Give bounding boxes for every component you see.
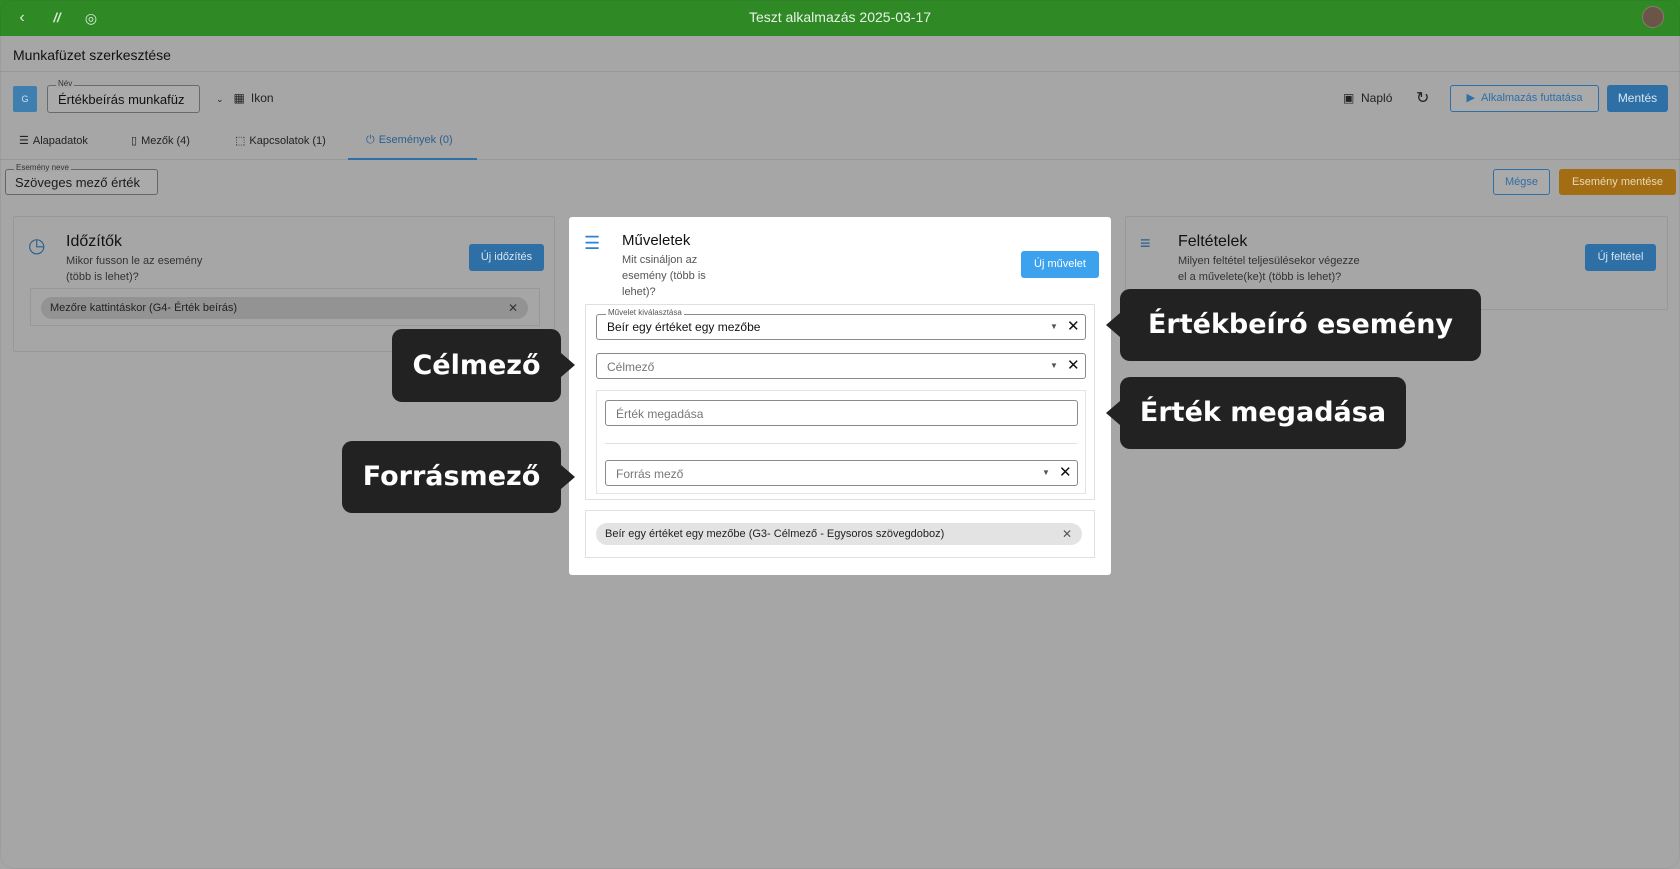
callout-pointer (561, 353, 575, 377)
tab-fields-label: Mezők (4) (141, 135, 190, 147)
connections-icon: ⬚ (235, 135, 246, 147)
list-icon: ☰ (584, 233, 601, 253)
play-icon: ▶ (1466, 92, 1475, 104)
conditions-subtitle: Milyen feltétel teljesülésekor végezze e… (1178, 255, 1360, 283)
refresh-icon[interactable]: ↻ (1416, 88, 1429, 108)
clear-icon[interactable]: ✕ (1059, 463, 1072, 481)
icon-select[interactable]: ⌄ ▦ Ikon (216, 91, 274, 105)
tab-fields[interactable]: ▯ Mezők (4) (131, 134, 190, 147)
workbook-badge[interactable]: G (13, 86, 37, 112)
page-title: Munkafüzet szerkesztése (13, 47, 171, 63)
divider (605, 443, 1077, 444)
operations-dialog: ☰ Műveletek Mit csináljon az esemény (tö… (569, 217, 1111, 575)
operation-chip-box: Beír egy értéket egy mezőbe (G3- Célmező… (585, 510, 1095, 558)
operation-select[interactable]: Művelet kiválasztása Beír egy értéket eg… (596, 308, 1086, 340)
grid-icon: ▦ (233, 91, 245, 105)
target-field-placeholder: Célmező (607, 360, 655, 374)
timer-chip: Mezőre kattintáskor (G4- Érték beírás) ✕ (41, 297, 528, 319)
database-icon: ☰ (19, 135, 29, 147)
dropdown-arrow-icon[interactable]: ▼ (1050, 322, 1058, 331)
event-save-button[interactable]: Esemény mentése (1559, 169, 1676, 195)
operation-chip: Beír egy értéket egy mezőbe (G3- Célmező… (596, 523, 1082, 545)
callout-source-field: Forrásmező (342, 441, 561, 513)
run-app-button[interactable]: ▶ Alkalmazás futtatása (1450, 85, 1599, 112)
tab-events-label: Események (0) (378, 134, 453, 146)
field-icon: ▯ (131, 135, 138, 147)
source-field-placeholder: Forrás mező (616, 467, 684, 481)
log-icon: ▣ (1343, 91, 1355, 105)
remove-icon[interactable]: ✕ (508, 297, 518, 319)
new-timer-button[interactable]: Új időzítés (469, 244, 544, 271)
timers-title: Időzítők (66, 233, 123, 250)
events-icon: ⏻ (366, 134, 375, 146)
tab-bar: ☰ Alapadatok ▯ Mezők (4) ⬚ Kapcsolatok (1) … (0, 128, 1680, 160)
timers-subtitle: Mikor fusson le az esemény (több is lehe… (66, 255, 203, 283)
callout-pointer (1106, 313, 1120, 337)
cancel-button[interactable]: Mégse (1493, 169, 1550, 195)
chevron-down-icon: ⌄ (216, 94, 224, 104)
new-condition-button[interactable]: Új feltétel (1585, 244, 1656, 271)
clear-icon[interactable]: ✕ (1067, 317, 1080, 335)
save-button[interactable]: Mentés (1607, 85, 1668, 112)
dropdown-arrow-icon[interactable]: ▼ (1042, 468, 1050, 477)
page-header (0, 36, 1680, 72)
callout-target-field: Célmező (392, 329, 561, 402)
log-button[interactable]: ▣ Napló (1343, 91, 1392, 105)
event-name-value: Szöveges mező érték (15, 175, 141, 190)
name-field[interactable]: Név Értékbeírás munkafüz (47, 79, 200, 113)
source-field-select[interactable]: Forrás mező ▼ ✕ (605, 460, 1078, 486)
callout-pointer (1106, 401, 1120, 425)
name-field-value: Értékbeírás munkafüz (58, 92, 185, 107)
value-input[interactable]: Érték megadása (605, 400, 1078, 426)
callout-write-event: Értékbeíró esemény (1120, 289, 1481, 361)
remove-icon[interactable]: ✕ (1062, 523, 1072, 545)
name-field-label: Név (56, 79, 75, 88)
operation-chip-label: Beír egy értéket egy mezőbe (G3- Célmező… (605, 528, 945, 540)
filter-check-icon: ≡ (1140, 233, 1151, 253)
title-bar: ‹ // ◎ Teszt alkalmazás 2025-03-17 (0, 0, 1680, 36)
icon-select-label: Ikon (250, 91, 274, 105)
clock-icon: ◷ (28, 235, 46, 257)
tab-events[interactable]: ⏻ Események (0) (366, 134, 453, 147)
target-field-select[interactable]: Célmező ▼ ✕ (596, 353, 1086, 379)
avatar[interactable] (1642, 6, 1664, 28)
new-operation-button[interactable]: Új művelet (1021, 251, 1099, 278)
tab-connections-label: Kapcsolatok (1) (249, 135, 326, 147)
clear-icon[interactable]: ✕ (1067, 356, 1080, 374)
value-source-group: Érték megadása Forrás mező ▼ ✕ (596, 390, 1086, 494)
value-input-placeholder: Érték megadása (616, 407, 704, 421)
dropdown-arrow-icon[interactable]: ▼ (1050, 361, 1058, 370)
operation-select-label: Művelet kiválasztása (606, 308, 684, 317)
operations-subtitle: Mit csináljon az esemény (több is lehet)… (622, 254, 706, 298)
event-name-field[interactable]: Esemény neve Szöveges mező érték (5, 163, 158, 195)
callout-value-input: Érték megadása (1120, 377, 1406, 449)
tab-basics[interactable]: ☰ Alapadatok (19, 134, 88, 147)
event-name-label: Esemény neve (14, 163, 71, 172)
active-tab-indicator (348, 158, 477, 160)
conditions-title: Feltételek (1178, 233, 1248, 250)
operation-editor: Művelet kiválasztása Beír egy értéket eg… (585, 304, 1095, 500)
callout-pointer (561, 465, 575, 489)
window-title: Teszt alkalmazás 2025-03-17 (748, 9, 932, 25)
operation-select-value: Beír egy értéket egy mezőbe (607, 320, 761, 334)
timer-chip-label: Mezőre kattintáskor (G4- Érték beírás) (50, 302, 238, 314)
run-app-label: Alkalmazás futtatása (1481, 92, 1583, 104)
log-label: Napló (1361, 91, 1393, 105)
timer-chip-box: Mezőre kattintáskor (G4- Érték beírás) ✕ (30, 288, 540, 326)
tab-basics-label: Alapadatok (32, 135, 88, 147)
tab-connections[interactable]: ⬚ Kapcsolatok (1) (235, 134, 326, 147)
operations-title: Műveletek (622, 232, 691, 249)
